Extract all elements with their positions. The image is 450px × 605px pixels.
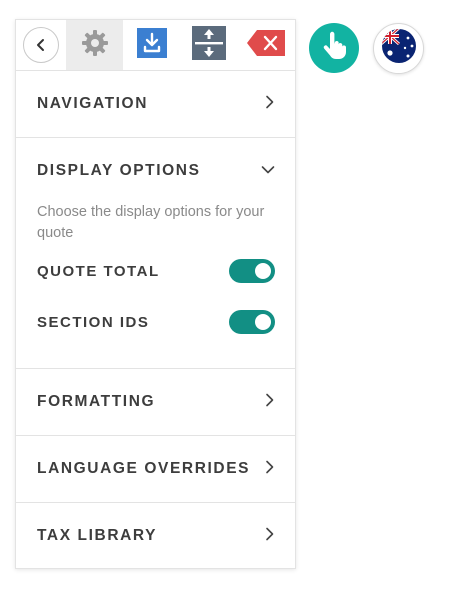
section-header[interactable]: TAX LIBRARY — [16, 503, 295, 569]
australia-flag-icon — [381, 28, 417, 69]
interact-button[interactable] — [309, 23, 359, 73]
toolbar — [16, 20, 295, 71]
chevron-down-icon — [261, 162, 275, 180]
section-title: NAVIGATION — [37, 95, 149, 112]
section-title: DISPLAY OPTIONS — [37, 162, 201, 179]
backspace-icon — [246, 29, 285, 61]
section-header[interactable]: FORMATTING — [16, 369, 295, 435]
section-header[interactable]: NAVIGATION — [16, 71, 295, 137]
locale-button[interactable] — [373, 23, 424, 74]
toggle-knob — [255, 263, 271, 279]
delete-button[interactable] — [237, 20, 294, 70]
toggle-knob — [255, 314, 271, 330]
section-language-overrides[interactable]: LANGUAGE OVERRIDES — [16, 436, 295, 503]
gear-icon — [81, 29, 109, 62]
option-section-ids: SECTION IDS — [37, 307, 275, 337]
option-label: QUOTE TOTAL — [37, 262, 160, 280]
expand-button[interactable] — [180, 20, 237, 70]
section-navigation[interactable]: NAVIGATION — [16, 71, 295, 138]
option-label: SECTION IDS — [37, 313, 150, 331]
settings-button[interactable] — [66, 20, 123, 70]
expand-vertical-icon — [191, 25, 226, 65]
section-header[interactable]: DISPLAY OPTIONS — [16, 138, 295, 204]
display-options-body: Choose the display options for your quot… — [16, 202, 295, 368]
quote-total-toggle[interactable] — [229, 259, 275, 283]
settings-panel: NAVIGATION DISPLAY OPTIONS Choose the di… — [15, 19, 296, 569]
download-icon — [136, 27, 167, 63]
download-button[interactable] — [123, 20, 180, 70]
hand-pointer-icon — [321, 31, 347, 66]
section-ids-toggle[interactable] — [229, 310, 275, 334]
back-button[interactable] — [16, 20, 66, 70]
chevron-right-icon — [265, 393, 275, 412]
display-options-description: Choose the display options for your quot… — [37, 204, 265, 241]
section-header[interactable]: LANGUAGE OVERRIDES — [16, 436, 295, 502]
section-title: FORMATTING — [37, 393, 156, 410]
section-display-options: DISPLAY OPTIONS Choose the display optio… — [16, 138, 295, 369]
section-tax-library[interactable]: TAX LIBRARY — [16, 503, 295, 569]
chevron-right-icon — [265, 460, 275, 479]
section-title: TAX LIBRARY — [37, 527, 158, 544]
section-formatting[interactable]: FORMATTING — [16, 369, 295, 436]
chevron-right-icon — [265, 95, 275, 114]
option-quote-total: QUOTE TOTAL — [37, 256, 275, 286]
chevron-right-icon — [265, 527, 275, 546]
chevron-left-icon — [23, 27, 59, 63]
section-title: LANGUAGE OVERRIDES — [37, 460, 251, 477]
